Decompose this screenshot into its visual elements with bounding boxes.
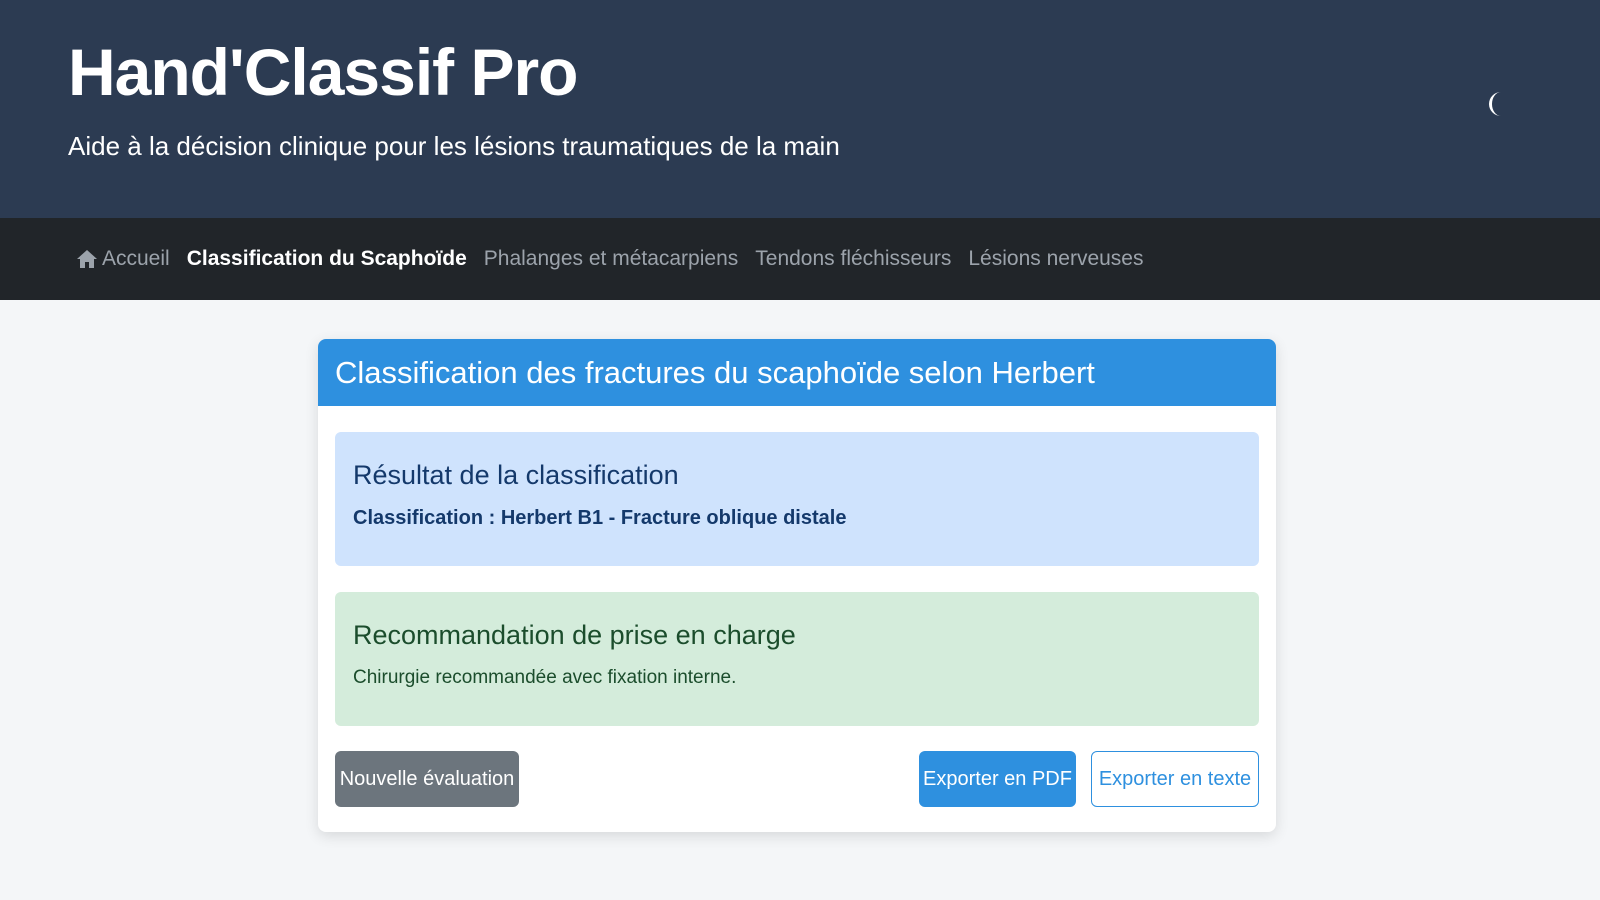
app-title: Hand'Classif Pro <box>68 35 578 109</box>
main-navbar: Accueil Classification du Scaphoïde Phal… <box>0 218 1600 300</box>
export-pdf-button[interactable]: Exporter en PDF <box>919 751 1076 807</box>
nav-item-label: Phalanges et métacarpiens <box>483 247 739 270</box>
recommendation-text: Chirurgie recommandée avec fixation inte… <box>353 667 737 688</box>
app-subtitle: Aide à la décision clinique pour les lés… <box>68 131 840 161</box>
result-text: Classification : Herbert B1 - Fracture o… <box>353 507 847 529</box>
new-evaluation-button[interactable]: Nouvelle évaluation <box>335 751 519 807</box>
result-title: Résultat de la classification <box>353 460 679 490</box>
classification-card: Classification des fractures du scaphoïd… <box>318 339 1276 832</box>
nav-item-nerfs[interactable]: Lésions nerveuses <box>968 247 1143 271</box>
card-title: Classification des fractures du scaphoïd… <box>318 339 1276 406</box>
nav-item-scaphoide[interactable]: Classification du Scaphoïde <box>187 247 467 271</box>
result-panel: Résultat de la classification Classifica… <box>335 432 1259 566</box>
nav-item-label: Accueil <box>102 247 170 270</box>
theme-toggle-button[interactable] <box>1480 88 1514 122</box>
nav-item-accueil[interactable]: Accueil <box>76 247 170 271</box>
recommendation-panel: Recommandation de prise en charge Chirur… <box>335 592 1259 726</box>
nav-item-label: Classification du Scaphoïde <box>186 247 467 270</box>
app-header: Hand'Classif Pro Aide à la décision clin… <box>0 0 1600 218</box>
nav-item-label: Tendons fléchisseurs <box>755 247 952 270</box>
moon-icon <box>1486 90 1508 121</box>
nav-item-tendons[interactable]: Tendons fléchisseurs <box>755 247 951 271</box>
recommendation-title: Recommandation de prise en charge <box>353 620 796 650</box>
home-icon <box>76 248 98 270</box>
nav-item-phalanges[interactable]: Phalanges et métacarpiens <box>484 247 739 271</box>
export-text-button[interactable]: Exporter en texte <box>1091 751 1259 807</box>
nav-item-label: Lésions nerveuses <box>968 247 1144 270</box>
